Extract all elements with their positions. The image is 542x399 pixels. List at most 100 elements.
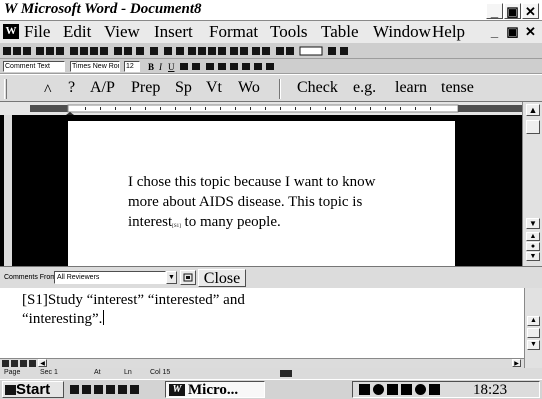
volume-icon[interactable]	[373, 384, 384, 395]
clock[interactable]: 18:23	[473, 382, 507, 398]
sp-button[interactable]: Sp	[175, 79, 192, 97]
commented-word[interactable]: interest	[128, 214, 172, 230]
vt-button[interactable]: Vt	[206, 79, 222, 97]
window-title: W Microsoft Word - Document8	[4, 1, 202, 18]
horizontal-scrollbar[interactable]: ◀ ▶	[0, 358, 524, 368]
windows-logo-icon	[5, 385, 16, 395]
formatting-toolbar: Comment Text Times New Roman 12 B I U	[0, 59, 542, 74]
start-button[interactable]: Start	[2, 381, 64, 398]
menu-edit[interactable]: Edit	[63, 22, 91, 42]
doc-close-button[interactable]: ✕	[522, 24, 539, 40]
menu-file[interactable]: File	[24, 22, 50, 42]
window-title-text: Microsoft Word - Document8	[20, 1, 202, 17]
menu-format[interactable]: Format	[209, 22, 258, 42]
network-icon[interactable]	[387, 384, 398, 395]
prep-button[interactable]: Prep	[131, 79, 160, 97]
standard-toolbar	[0, 43, 542, 59]
comments-scroll-up-icon[interactable]: ▲	[527, 316, 540, 326]
word-task-button[interactable]: W Micro...	[165, 381, 265, 398]
restore-button[interactable]: ▣	[504, 3, 521, 19]
doc-restore-button[interactable]: ▣	[504, 24, 521, 40]
status-at: At	[94, 369, 101, 376]
messenger-icon[interactable]	[429, 384, 440, 395]
menu-table[interactable]: Table	[321, 22, 359, 42]
font-select[interactable]: Times New Roman	[70, 61, 120, 72]
font-size-select[interactable]: 12	[124, 61, 140, 72]
menu-insert[interactable]: Insert	[154, 22, 193, 42]
svg-text:I: I	[158, 62, 163, 72]
horizontal-ruler[interactable]	[0, 102, 542, 115]
scroll-left-icon[interactable]: ◀	[38, 359, 47, 367]
toolbar-grip[interactable]	[4, 79, 7, 99]
text-cursor	[103, 310, 105, 325]
close-window-button[interactable]: ✕	[522, 3, 539, 19]
scroll-thumb[interactable]	[526, 120, 540, 134]
comments-scroll-down-icon[interactable]: ▼	[527, 340, 540, 350]
antivirus-icon[interactable]	[415, 384, 426, 395]
menu-view[interactable]: View	[104, 22, 140, 42]
comment-text[interactable]: [S1]Study “interest” “interested” and “i…	[22, 291, 322, 329]
doc-line-2: more about AIDS disease. This topic is	[128, 194, 363, 210]
formatting-icons[interactable]: B I U	[146, 61, 296, 72]
menu-bar: W File Edit View Insert Format Tools Tab…	[0, 21, 542, 43]
menu-window[interactable]: Window	[373, 22, 431, 42]
monitor-icon[interactable]	[401, 384, 412, 395]
toolbar-separator	[279, 79, 281, 99]
start-label: Start	[16, 381, 51, 398]
status-column: Col 15	[150, 369, 171, 376]
learn-button[interactable]: learn	[395, 79, 427, 97]
custom-toolbar: ^ ? A/P Prep Sp Vt Wo Check e.g. learn t…	[0, 74, 542, 102]
caret-button[interactable]: ^	[44, 82, 52, 100]
comment-line-2-text: “interesting”.	[22, 311, 103, 327]
comment-marker[interactable]: [S1]	[172, 224, 181, 229]
tray-app-icon[interactable]	[359, 384, 370, 395]
standard-toolbar-icons[interactable]	[0, 43, 542, 59]
eg-button[interactable]: e.g.	[353, 79, 376, 97]
question-button[interactable]: ?	[68, 79, 75, 97]
outline-view-icon[interactable]	[29, 360, 36, 367]
word-task-label: Micro...	[188, 382, 239, 398]
close-comments-button[interactable]: Close	[198, 269, 246, 287]
menu-help[interactable]: Help	[432, 22, 465, 42]
insert-sound-icon[interactable]	[180, 270, 196, 285]
normal-view-icon[interactable]	[2, 360, 9, 367]
svg-text:U: U	[168, 62, 175, 72]
comments-pane-header: Comments From: All Reviewers ▼ Close	[0, 266, 542, 288]
comments-from-select[interactable]: All Reviewers	[54, 271, 166, 284]
system-tray: 18:23	[352, 381, 540, 398]
wo-button[interactable]: Wo	[238, 79, 260, 97]
chevron-down-icon[interactable]: ▼	[166, 271, 177, 284]
previous-page-icon[interactable]: ▲	[526, 232, 540, 241]
status-section: Sec 1	[40, 369, 58, 376]
svg-text:B: B	[148, 62, 154, 72]
ap-button[interactable]: A/P	[90, 79, 115, 97]
comment-line-2: “interesting”.	[22, 310, 322, 329]
status-page: Page	[4, 369, 21, 376]
doc-minimize-button[interactable]: _	[486, 24, 503, 40]
document-vertical-scrollbar[interactable]: ▲ ▼ ▲ ● ▼	[522, 102, 542, 266]
status-bar: Page Sec 1 At Ln Col 15	[0, 368, 542, 379]
tense-button[interactable]: tense	[441, 79, 474, 97]
select-browse-object-icon[interactable]: ●	[526, 242, 540, 251]
document-icon[interactable]: W	[3, 24, 19, 39]
status-line: Ln	[124, 369, 132, 376]
check-button[interactable]: Check	[297, 79, 338, 97]
quick-launch-icons[interactable]	[68, 383, 160, 397]
vertical-ruler[interactable]	[4, 115, 12, 266]
word-logo-icon: W	[4, 1, 18, 17]
menu-tools[interactable]: Tools	[270, 22, 308, 42]
scroll-right-icon[interactable]: ▶	[512, 359, 521, 367]
spelling-status-icon[interactable]	[280, 370, 292, 377]
next-page-icon[interactable]: ▼	[526, 252, 540, 261]
comments-vertical-scrollbar[interactable]: ▲ ▼	[524, 288, 542, 368]
scroll-up-icon[interactable]: ▲	[526, 104, 540, 116]
print-layout-icon[interactable]	[20, 360, 27, 367]
doc-line-3-rest: to many people.	[184, 214, 281, 230]
comments-scroll-thumb[interactable]	[527, 328, 540, 338]
web-layout-icon[interactable]	[11, 360, 18, 367]
style-select[interactable]: Comment Text	[3, 61, 65, 72]
document-text[interactable]: I chose this topic because I want to kno…	[128, 172, 428, 237]
doc-line-1: I chose this topic because I want to kno…	[128, 174, 376, 190]
scroll-down-icon[interactable]: ▼	[526, 218, 540, 229]
minimize-button[interactable]: _	[486, 3, 503, 19]
